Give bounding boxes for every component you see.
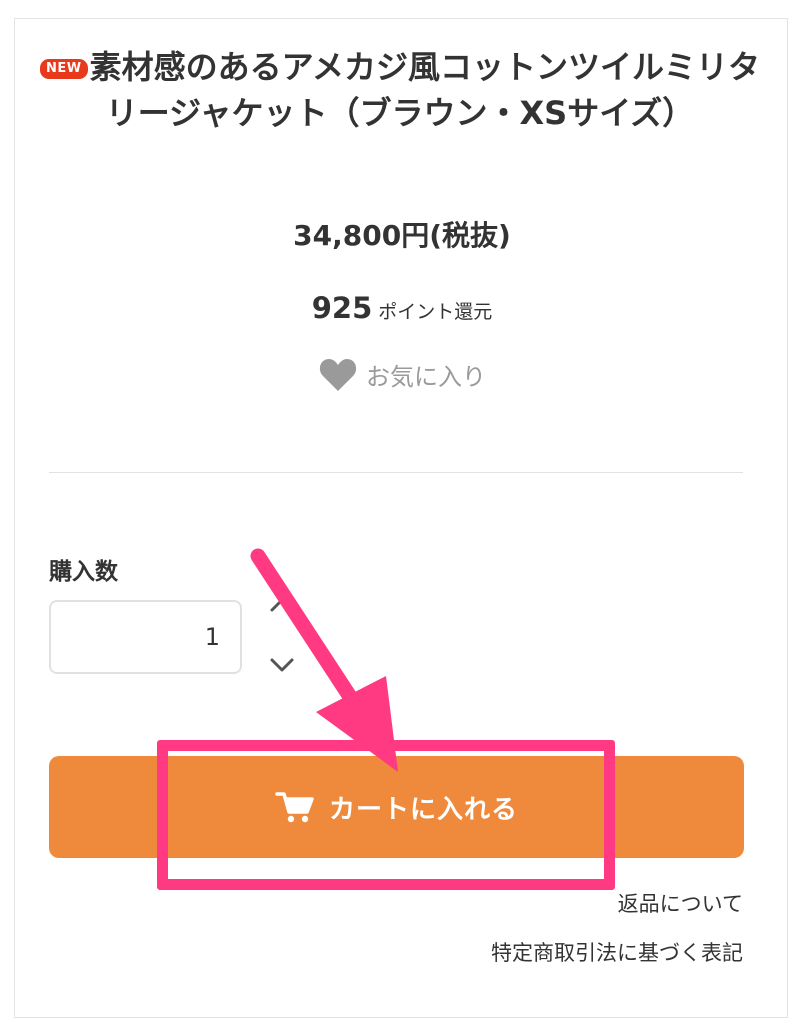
points-value: 925 [311, 291, 373, 325]
add-to-cart-button[interactable]: カートに入れる [49, 756, 744, 858]
product-price: 34,800円(税抜) [293, 219, 511, 252]
heart-icon [319, 359, 357, 391]
legal-notice-link[interactable]: 特定商取引法に基づく表記 [491, 937, 743, 967]
quantity-increment[interactable] [266, 590, 298, 618]
chevron-down-icon [270, 658, 294, 672]
points-label: ポイント還元 [378, 301, 493, 323]
product-card [14, 18, 788, 1018]
favorite-button[interactable]: お気に入り [0, 356, 804, 392]
product-title: NEW 素材感のあるアメカジ風コットンツイルミリタリージャケット（ブラウン・XSサ… [40, 44, 760, 136]
product-title-text: 素材感のあるアメカジ風コットンツイルミリタリージャケット（ブラウン・XSサイズ） [89, 48, 761, 132]
add-to-cart-label: カートに入れる [328, 794, 518, 825]
divider [49, 472, 743, 473]
quantity-label: 購入数 [49, 559, 118, 585]
quantity-decrement[interactable] [266, 652, 298, 680]
new-badge: NEW [40, 59, 88, 79]
quantity-input[interactable] [49, 600, 242, 674]
favorite-label: お気に入り [366, 362, 486, 391]
chevron-up-icon [270, 598, 294, 612]
cart-icon [275, 792, 314, 823]
returns-link[interactable]: 返品について [618, 888, 743, 918]
points-reward: 925 ポイント還元 [0, 291, 804, 325]
